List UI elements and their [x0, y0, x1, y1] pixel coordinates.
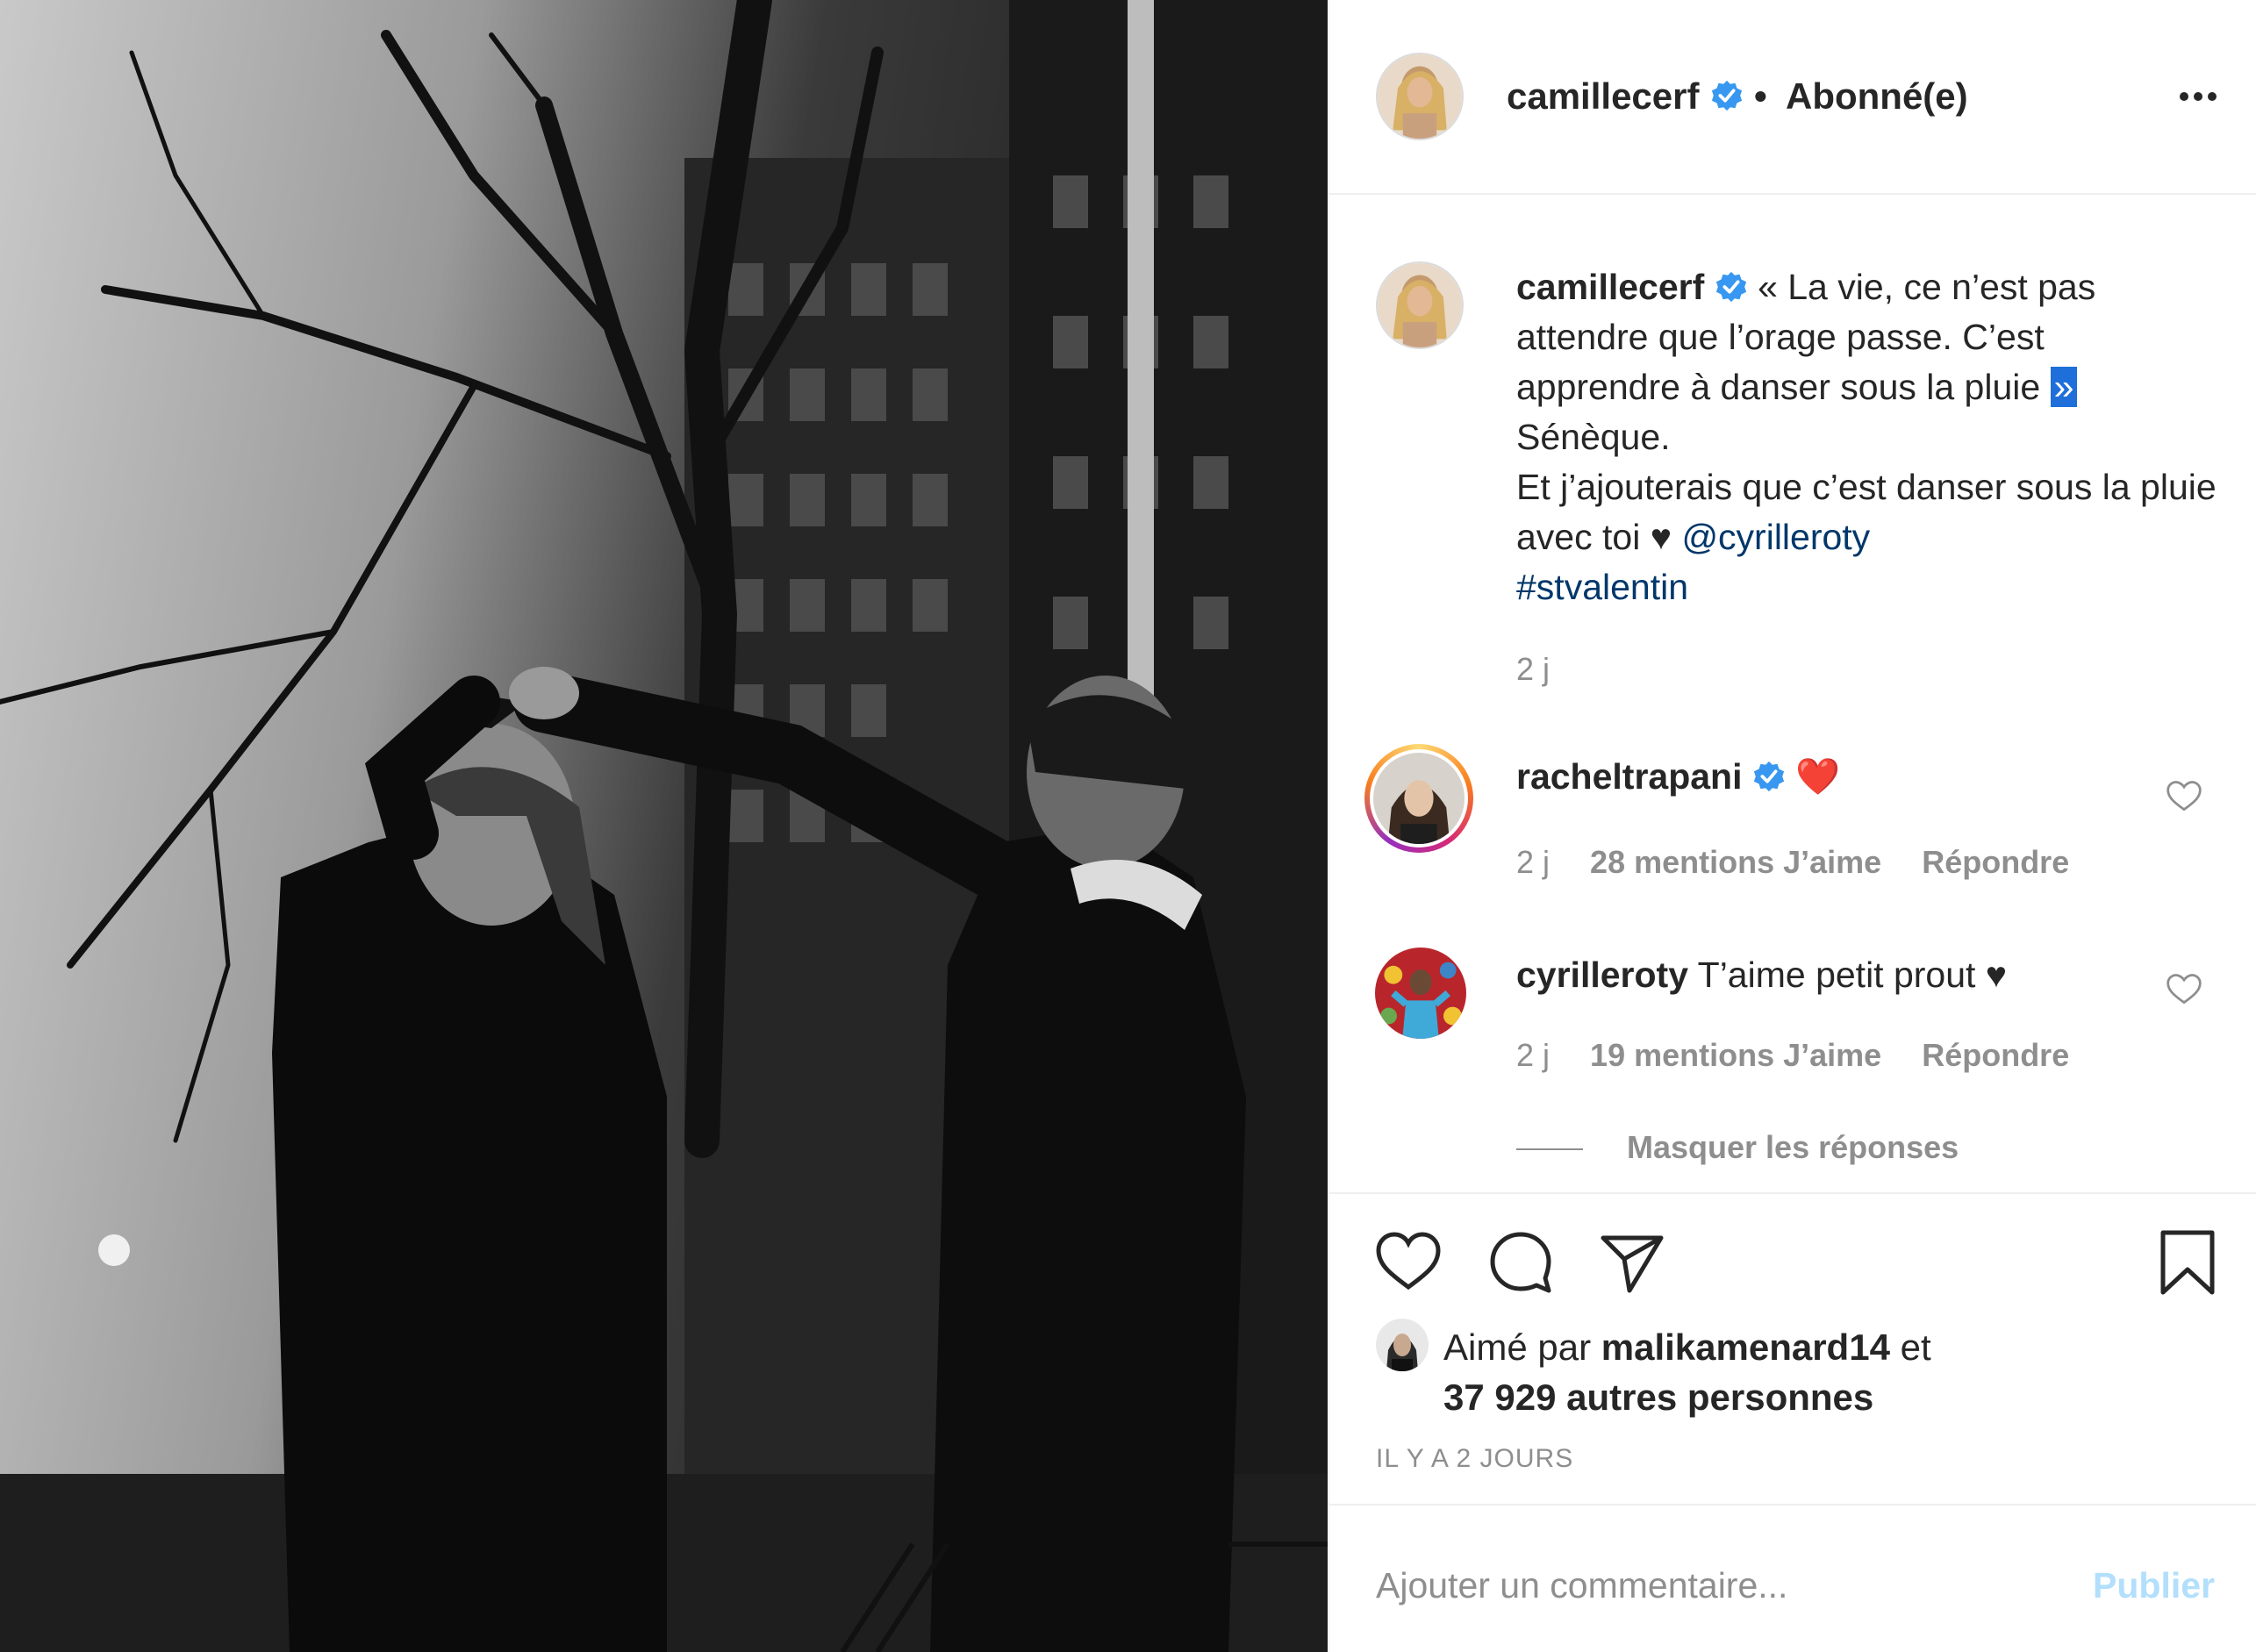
- verified-badge-icon: [1715, 271, 1746, 303]
- comment-likes-count[interactable]: 19 mentions J’aime: [1590, 1037, 1881, 1073]
- follow-status-button[interactable]: Abonné(e): [1786, 75, 1968, 118]
- more-options-icon[interactable]: [2172, 70, 2224, 123]
- caption-text: camillecerf « La vie, ce n’est pas atten…: [1516, 262, 2218, 612]
- caption-mention-link[interactable]: @cyrilleroty: [1681, 517, 1870, 557]
- hide-replies-button[interactable]: Masquer les réponses: [1516, 1129, 1959, 1166]
- caption-selected-text: »: [2050, 367, 2078, 407]
- likes-user-link[interactable]: malikamenard14: [1601, 1327, 1890, 1368]
- commenter-avatar: [1373, 753, 1465, 844]
- comment-like-heart-icon[interactable]: [2165, 777, 2203, 816]
- comment-input[interactable]: Ajouter un commentaire...: [1376, 1565, 1787, 1606]
- avatar-icon: [1375, 948, 1466, 1039]
- comment-time[interactable]: 2 j: [1516, 1037, 1550, 1073]
- comment-body: ❤️: [1795, 756, 1841, 797]
- hide-replies-label: Masquer les réponses: [1627, 1129, 1959, 1165]
- replies-divider: [1516, 1148, 1583, 1151]
- comment-reply-button[interactable]: Répondre: [1922, 1037, 2069, 1073]
- photo-illustration: [0, 0, 1328, 1652]
- comment-text: racheltrapani ❤️: [1516, 756, 1840, 798]
- avatar-icon: [1378, 263, 1462, 347]
- avatar-icon: [1373, 753, 1465, 844]
- post-header: camillecerf • Abonné(e): [1329, 0, 2256, 195]
- commenter-avatar[interactable]: [1375, 948, 1466, 1039]
- caption-author-avatar[interactable]: [1376, 261, 1464, 349]
- caption-username[interactable]: camillecerf: [1516, 267, 1704, 307]
- comment-meta: 2 j 19 mentions J’aime Répondre: [1516, 1037, 2101, 1074]
- verified-badge-icon: [1711, 80, 1743, 111]
- likes-prefix: Aimé par: [1443, 1327, 1592, 1368]
- story-ring[interactable]: [1364, 744, 1473, 853]
- comment-like-heart-icon[interactable]: [2165, 970, 2203, 1009]
- avatar-icon: [1378, 54, 1462, 139]
- share-paper-plane-icon[interactable]: [1596, 1227, 1666, 1298]
- author-username[interactable]: camillecerf: [1507, 75, 1699, 118]
- comment-reply-button[interactable]: Répondre: [1922, 844, 2069, 880]
- save-bookmark-icon[interactable]: [2152, 1227, 2223, 1298]
- likes-summary: Aimé par malikamenard14 et 37 929 autres…: [1443, 1322, 2216, 1422]
- comment-time[interactable]: 2 j: [1516, 844, 1550, 880]
- liker-avatar[interactable]: [1376, 1319, 1429, 1371]
- caption-time[interactable]: 2 j: [1516, 651, 1550, 688]
- verified-badge-icon: [1753, 761, 1785, 792]
- publish-button[interactable]: Publier: [2093, 1565, 2215, 1606]
- comment-item: cyrilleroty T’aime petit prout ♥ 2 j 19 …: [1329, 948, 2256, 1123]
- avatar-icon: [1376, 1319, 1429, 1371]
- comment-body: T’aime petit prout ♥: [1697, 955, 2008, 995]
- comment-meta: 2 j 28 mentions J’aime Répondre: [1516, 844, 2101, 881]
- header-separator: •: [1754, 75, 1767, 117]
- likes-others-link[interactable]: 37 929 autres personnes: [1443, 1377, 1873, 1418]
- caption-hashtag-link[interactable]: #stvalentin: [1516, 567, 1688, 607]
- post-photo[interactable]: [0, 0, 1328, 1652]
- comment-username[interactable]: cyrilleroty: [1516, 955, 1688, 995]
- author-avatar[interactable]: [1376, 53, 1464, 140]
- caption-author-line: Sénèque.: [1516, 417, 1671, 457]
- comment-bubble-icon[interactable]: [1486, 1227, 1556, 1298]
- add-comment-bar: Ajouter un commentaire... Publier: [1329, 1504, 2256, 1652]
- post-side-panel: camillecerf • Abonné(e) camillecerf « La…: [1329, 0, 2256, 1652]
- comment-text: cyrilleroty T’aime petit prout ♥: [1516, 955, 2007, 996]
- likes-conj: et: [1900, 1327, 1931, 1368]
- comment-likes-count[interactable]: 28 mentions J’aime: [1590, 844, 1881, 880]
- comment-username[interactable]: racheltrapani: [1516, 756, 1743, 797]
- post-date[interactable]: IL Y A 2 JOURS: [1376, 1444, 1573, 1474]
- comment-item: racheltrapani ❤️ 2 j 28 mentions J’aime …: [1329, 744, 2256, 919]
- like-heart-icon[interactable]: [1373, 1227, 1443, 1298]
